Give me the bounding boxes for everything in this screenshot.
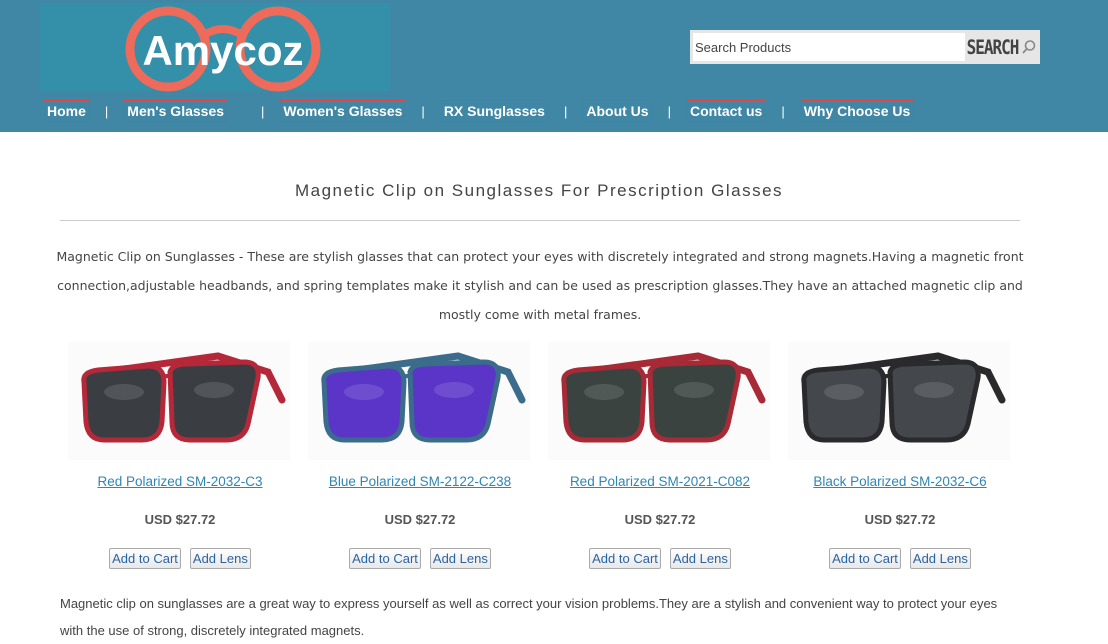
product-name-link[interactable]: Red Polarized SM-2021-C082 bbox=[540, 474, 780, 489]
title-divider bbox=[60, 220, 1020, 221]
add-to-cart-button[interactable]: Add to Cart bbox=[109, 548, 181, 569]
product-name-link[interactable]: Blue Polarized SM-2122-C238 bbox=[300, 474, 540, 489]
nav-separator: | bbox=[104, 103, 109, 119]
search-button[interactable]: SEARCH bbox=[966, 33, 1038, 61]
add-to-cart-button[interactable]: Add to Cart bbox=[589, 548, 661, 569]
nav-item-womens-glasses[interactable]: Women's Glasses bbox=[280, 100, 406, 122]
glasses-icon bbox=[561, 352, 766, 443]
glasses-icon bbox=[321, 352, 526, 443]
footer-description: Magnetic clip on sunglasses are a great … bbox=[60, 596, 998, 638]
site-header: Amycoz SEARCH Home | Men's Glasses | Wom… bbox=[0, 0, 1108, 132]
search-box: SEARCH bbox=[690, 30, 1040, 64]
product-image[interactable] bbox=[548, 342, 770, 460]
nav-item-mens-glasses[interactable]: Men's Glasses bbox=[124, 100, 228, 122]
add-lens-button[interactable]: Add Lens bbox=[429, 548, 491, 569]
logo[interactable]: Amycoz bbox=[40, 3, 390, 92]
nav-item-rx-sunglasses[interactable]: RX Sunglasses bbox=[440, 100, 548, 122]
add-lens-button[interactable]: Add Lens bbox=[189, 548, 251, 569]
product-price: USD $27.72 bbox=[144, 512, 216, 527]
logo-text: Amycoz bbox=[142, 27, 303, 74]
product-image[interactable] bbox=[68, 342, 290, 460]
main-nav: Home | Men's Glasses | Women's Glasses |… bbox=[44, 100, 914, 122]
search-icon bbox=[1022, 40, 1036, 54]
add-to-cart-button[interactable]: Add to Cart bbox=[349, 548, 421, 569]
page-title: Magnetic Clip on Sunglasses For Prescrip… bbox=[294, 181, 784, 200]
page-description: Magnetic Clip on Sunglasses - These are … bbox=[56, 249, 1024, 322]
nav-separator: | bbox=[563, 103, 568, 119]
search-button-label: SEARCH bbox=[966, 35, 1020, 59]
product-name-link[interactable]: Black Polarized SM-2032-C6 bbox=[780, 474, 1020, 489]
product-price: USD $27.72 bbox=[864, 512, 936, 527]
search-input[interactable] bbox=[693, 33, 965, 61]
glasses-icon bbox=[81, 352, 286, 443]
nav-item-contact-us[interactable]: Contact us bbox=[686, 100, 766, 122]
product-image[interactable] bbox=[788, 342, 1010, 460]
nav-separator: | bbox=[667, 103, 671, 119]
nav-item-why-choose-us[interactable]: Why Choose Us bbox=[800, 100, 914, 122]
nav-item-about-us[interactable]: About Us bbox=[583, 100, 652, 122]
product-price: USD $27.72 bbox=[624, 512, 696, 527]
nav-item-home[interactable]: Home bbox=[44, 100, 89, 122]
glasses-icon bbox=[801, 352, 1006, 443]
nav-separator: | bbox=[421, 103, 425, 119]
add-lens-button[interactable]: Add Lens bbox=[909, 548, 971, 569]
product-image[interactable] bbox=[308, 342, 530, 460]
product-name-link[interactable]: Red Polarized SM-2032-C3 bbox=[60, 474, 300, 489]
glasses-logo-icon: Amycoz bbox=[125, 6, 321, 92]
nav-separator: | bbox=[781, 103, 785, 119]
nav-separator: | bbox=[261, 103, 265, 119]
add-lens-button[interactable]: Add Lens bbox=[669, 548, 731, 569]
product-price: USD $27.72 bbox=[384, 512, 456, 527]
add-to-cart-button[interactable]: Add to Cart bbox=[829, 548, 901, 569]
